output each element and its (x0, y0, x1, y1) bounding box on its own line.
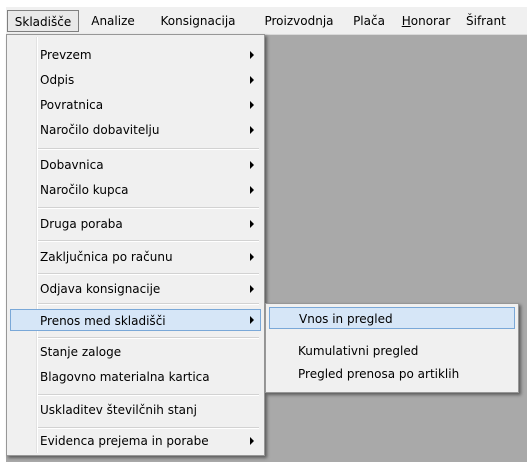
submenu-item-label: Kumulativni pregled (298, 344, 419, 358)
submenu-item-vnos-in-pregled[interactable]: Vnos in pregled (269, 307, 515, 329)
submenu-arrow-icon (250, 285, 254, 293)
menu-separator (38, 394, 259, 396)
menu-item-evidenca-prejema-in-porabe[interactable]: Evidenca prejema in porabe (10, 430, 261, 452)
menu-separator (38, 337, 259, 339)
submenu-arrow-icon (250, 101, 254, 109)
menu-konsignacija-label: Konsignacija (160, 14, 236, 28)
menu-sifrant[interactable]: Šifrant (462, 10, 527, 32)
menu-separator (38, 273, 259, 275)
menu-sifrant-label: Šifrant (466, 14, 506, 28)
menu-honorar-label: Honorar (401, 14, 451, 28)
menu-item-prenos-med-skladisci[interactable]: Prenos med skladišči (10, 309, 261, 331)
menu-item-narocilo-kupca[interactable]: Naročilo kupca (10, 179, 261, 201)
menu-item-label: Dobavnica (40, 158, 104, 172)
menu-item-label: Blagovno materialna kartica (40, 370, 210, 384)
menu-item-zakljucnica-po-racunu[interactable]: Zaključnica po računu (10, 246, 261, 268)
menu-item-odjava-konsignacije[interactable]: Odjava konsignacije (10, 278, 261, 300)
bottom-strip (0, 462, 527, 468)
menu-item-label: Uskladitev številčnih stanj (40, 403, 197, 417)
submenu-item-label: Vnos in pregled (299, 312, 393, 326)
menu-item-blagovno-materialna-kartica[interactable]: Blagovno materialna kartica (10, 366, 261, 388)
submenu-arrow-icon (250, 316, 254, 324)
access-key-letter: H (401, 14, 411, 28)
menu-honorar[interactable]: Honorar (392, 10, 460, 32)
menu-item-label: Naročilo kupca (40, 183, 129, 197)
prenos-submenu: Vnos in pregled Kumulativni pregled Preg… (265, 303, 519, 393)
menu-item-uskladitev-stevilcnih-stanj[interactable]: Uskladitev številčnih stanj (10, 399, 261, 421)
menu-item-stanje-zaloge[interactable]: Stanje zaloge (10, 341, 261, 363)
menu-separator (38, 207, 259, 209)
submenu-arrow-icon (250, 437, 254, 445)
menu-item-label: Zaključnica po računu (40, 250, 173, 264)
menu-item-narocilo-dobavitelju[interactable]: Naročilo dobavitelju (10, 119, 261, 141)
menu-item-povratnica[interactable]: Povratnica (10, 94, 261, 116)
submenu-arrow-icon (250, 186, 254, 194)
menu-item-label: Odjava konsignacije (40, 282, 161, 296)
menu-analize[interactable]: Analize (81, 10, 145, 32)
submenu-arrow-icon (250, 76, 254, 84)
menu-analize-label: Analize (91, 14, 135, 28)
submenu-arrow-icon (250, 51, 254, 59)
menu-item-dobavnica[interactable]: Dobavnica (10, 154, 261, 176)
menu-separator (38, 303, 259, 305)
submenu-arrow-icon (250, 126, 254, 134)
menu-proizvodnja-label: Proizvodnja (264, 14, 334, 28)
menu-bar: Skladišče Analize Konsignacija Proizvodn… (6, 7, 527, 35)
menu-placa-label: Plača (353, 14, 385, 28)
submenu-arrow-icon (250, 253, 254, 261)
menu-skladisce-label: Skladišče (14, 15, 72, 29)
menu-item-label: Povratnica (40, 98, 104, 112)
menu-item-label: Prenos med skladišči (40, 314, 166, 328)
menu-skladisce[interactable]: Skladišče (7, 10, 79, 32)
menu-proizvodnja[interactable]: Proizvodnja (251, 10, 347, 32)
skladisce-dropdown: Prevzem Odpis Povratnica Naročilo dobavi… (6, 34, 265, 456)
submenu-item-label: Pregled prenosa po artiklih (298, 367, 460, 381)
menu-separator (38, 240, 259, 242)
menu-item-label: Odpis (40, 73, 75, 87)
submenu-item-pregled-prenosa-po-artiklih[interactable]: Pregled prenosa po artiklih (269, 363, 515, 385)
menu-konsignacija[interactable]: Konsignacija (147, 10, 249, 32)
menu-item-label: Stanje zaloge (40, 345, 122, 359)
menu-separator (38, 427, 259, 429)
menu-item-druga-poraba[interactable]: Druga poraba (10, 213, 261, 235)
menu-item-label: Prevzem (40, 48, 92, 62)
submenu-arrow-icon (250, 161, 254, 169)
submenu-item-kumulativni-pregled[interactable]: Kumulativni pregled (269, 340, 515, 362)
menu-item-odpis[interactable]: Odpis (10, 69, 261, 91)
submenu-arrow-icon (250, 220, 254, 228)
menu-item-prevzem[interactable]: Prevzem (10, 44, 261, 66)
menu-item-label: Naročilo dobavitelju (40, 123, 160, 137)
menu-item-label: Druga poraba (40, 217, 123, 231)
menu-separator (38, 148, 259, 150)
menu-placa[interactable]: Plača (348, 10, 390, 32)
menu-item-label: Evidenca prejema in porabe (40, 434, 209, 448)
